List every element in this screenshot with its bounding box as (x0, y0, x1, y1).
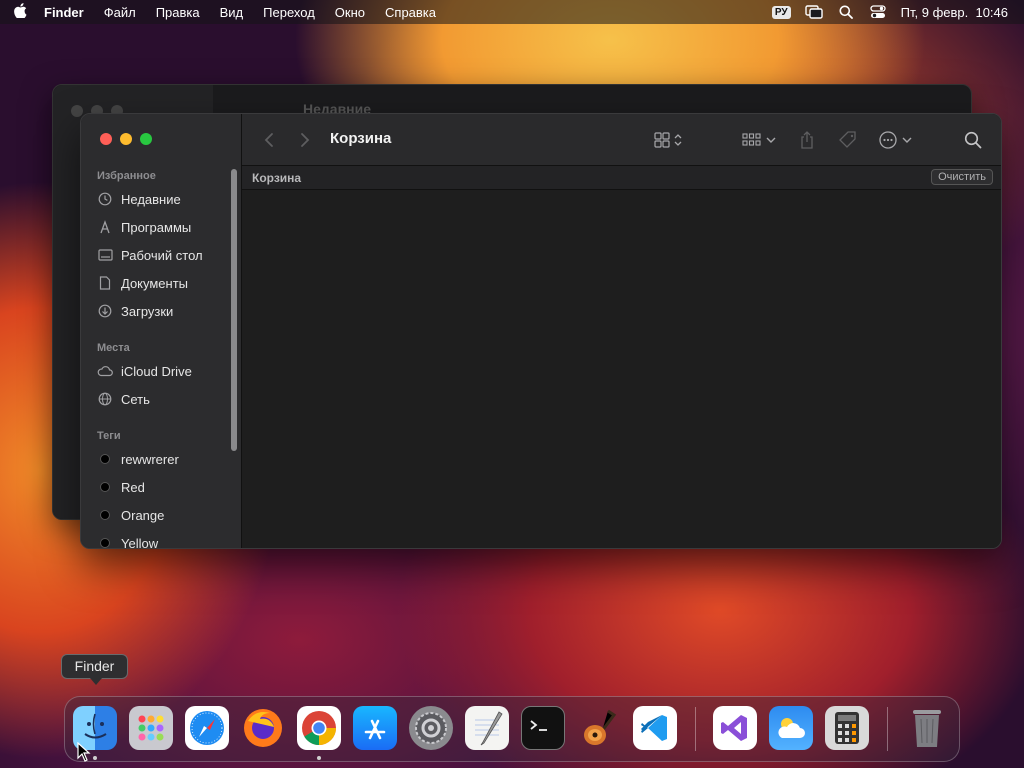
sidebar-item-label: iCloud Drive (121, 363, 192, 379)
screen-mirroring-icon[interactable] (804, 5, 823, 19)
spotlight-search-icon[interactable] (837, 5, 855, 19)
tag-color-dot (100, 482, 110, 492)
sidebar-item-label: Документы (121, 275, 189, 291)
sidebar-item-icloud-drive[interactable]: iCloud Drive (97, 361, 192, 381)
view-mode-icon[interactable] (654, 129, 682, 151)
sidebar-tag-orange[interactable]: Orange (97, 505, 164, 525)
clock-datetime[interactable]: Пт, 9 февр. 10:46 (901, 5, 1008, 20)
menu-file[interactable]: Файл (94, 5, 146, 20)
desktop-icon (97, 247, 113, 263)
search-icon[interactable] (964, 129, 982, 151)
menu-bar: Finder Файл Правка Вид Переход Окно Спра… (0, 0, 1024, 24)
input-source-badge[interactable]: РУ (771, 5, 791, 19)
dock-separator (695, 707, 696, 751)
network-icon (97, 391, 113, 407)
tag-icon[interactable] (838, 129, 858, 151)
textedit-app-icon[interactable] (465, 706, 509, 750)
sidebar-item-downloads[interactable]: Загрузки (97, 301, 173, 321)
control-center-icon[interactable] (869, 5, 887, 19)
sidebar-scrollbar[interactable] (231, 169, 237, 451)
tag-color-dot (100, 510, 110, 520)
launchpad-app-icon[interactable] (129, 706, 173, 750)
sidebar-tag-red[interactable]: Red (97, 477, 145, 497)
finder-running-indicator (93, 756, 97, 760)
menu-window[interactable]: Окно (325, 5, 375, 20)
trash-header-title: Корзина (252, 171, 302, 185)
sidebar-section-places: Места (97, 342, 130, 354)
sidebar-item-label: Red (121, 479, 145, 495)
empty-trash-button[interactable]: Очистить (931, 169, 993, 185)
calculator-app-icon[interactable] (825, 706, 869, 750)
close-window-button[interactable] (100, 133, 112, 145)
visual-studio-app-icon[interactable] (713, 706, 757, 750)
tag-color-dot (100, 538, 110, 548)
terminal-app-icon[interactable] (521, 706, 565, 750)
safari-app-icon[interactable] (185, 706, 229, 750)
sidebar-tag-rewwrerer[interactable]: rewwrerer (97, 449, 179, 469)
apps-icon (97, 219, 113, 235)
document-icon (97, 275, 113, 291)
sidebar-item-label: Программы (121, 219, 192, 235)
sidebar-section-favorites: Избранное (97, 170, 156, 182)
sidebar-item-label: rewwrerer (121, 451, 179, 467)
app-store-app-icon[interactable] (353, 706, 397, 750)
forward-chevron-icon[interactable] (300, 129, 310, 151)
more-actions-icon[interactable] (878, 129, 912, 151)
updown-chevron-icon (674, 134, 682, 146)
cloud-icon (97, 363, 113, 379)
dock-separator (887, 707, 888, 751)
trash-app-icon[interactable] (905, 706, 949, 750)
menu-go[interactable]: Переход (253, 5, 325, 20)
menu-app-name[interactable]: Finder (40, 5, 94, 20)
sidebar-section-tags: Теги (97, 430, 121, 442)
menu-view[interactable]: Вид (210, 5, 254, 20)
dock-tooltip: Finder (61, 654, 128, 685)
firefox-app-icon[interactable] (241, 706, 285, 750)
system-preferences-app-icon[interactable] (409, 706, 453, 750)
sidebar-item-recents[interactable]: Недавние (97, 189, 181, 209)
finder-window[interactable]: Избранное Недавние Программы Рабочий сто… (80, 113, 1002, 549)
tag-color-dot (100, 454, 110, 464)
finder-sidebar: Избранное Недавние Программы Рабочий сто… (81, 114, 242, 548)
back-chevron-icon[interactable] (264, 129, 274, 151)
trash-header-bar: Корзина Очистить (242, 166, 1001, 190)
clock-icon (97, 191, 113, 207)
apple-menu-icon[interactable] (0, 3, 40, 21)
dock (64, 696, 960, 762)
vscode-app-icon[interactable] (633, 706, 677, 750)
weather-app-icon[interactable] (769, 706, 813, 750)
sidebar-item-label: Рабочий стол (121, 247, 203, 263)
sidebar-item-label: Yellow (121, 535, 159, 549)
sidebar-item-desktop[interactable]: Рабочий стол (97, 245, 203, 265)
mouse-cursor-icon (77, 741, 91, 767)
minimize-window-button[interactable] (120, 133, 132, 145)
sidebar-tag-yellow[interactable]: Yellow (97, 533, 159, 549)
zoom-window-button[interactable] (140, 133, 152, 145)
chrome-running-indicator (317, 756, 321, 760)
menu-help[interactable]: Справка (375, 5, 446, 20)
finder-main-area: Корзина Корзина Очистить (242, 114, 1001, 548)
chrome-app-icon[interactable] (297, 706, 341, 750)
chevron-down-icon (766, 137, 776, 143)
sidebar-item-applications[interactable]: Программы (97, 217, 191, 237)
window-title: Корзина (330, 130, 392, 147)
sidebar-item-label: Orange (121, 507, 165, 523)
sidebar-item-documents[interactable]: Документы (97, 273, 188, 293)
traffic-lights (100, 133, 152, 145)
chevron-down-icon (902, 137, 912, 143)
garageband-app-icon[interactable] (577, 706, 621, 750)
group-by-icon[interactable] (742, 129, 776, 151)
download-icon (97, 303, 113, 319)
finder-toolbar: Корзина (242, 114, 1001, 166)
menu-edit[interactable]: Правка (146, 5, 210, 20)
sidebar-item-network[interactable]: Сеть (97, 389, 150, 409)
sidebar-item-label: Загрузки (121, 303, 174, 319)
sidebar-item-label: Недавние (121, 191, 181, 207)
sidebar-item-label: Сеть (121, 391, 150, 407)
share-icon[interactable] (800, 129, 814, 151)
